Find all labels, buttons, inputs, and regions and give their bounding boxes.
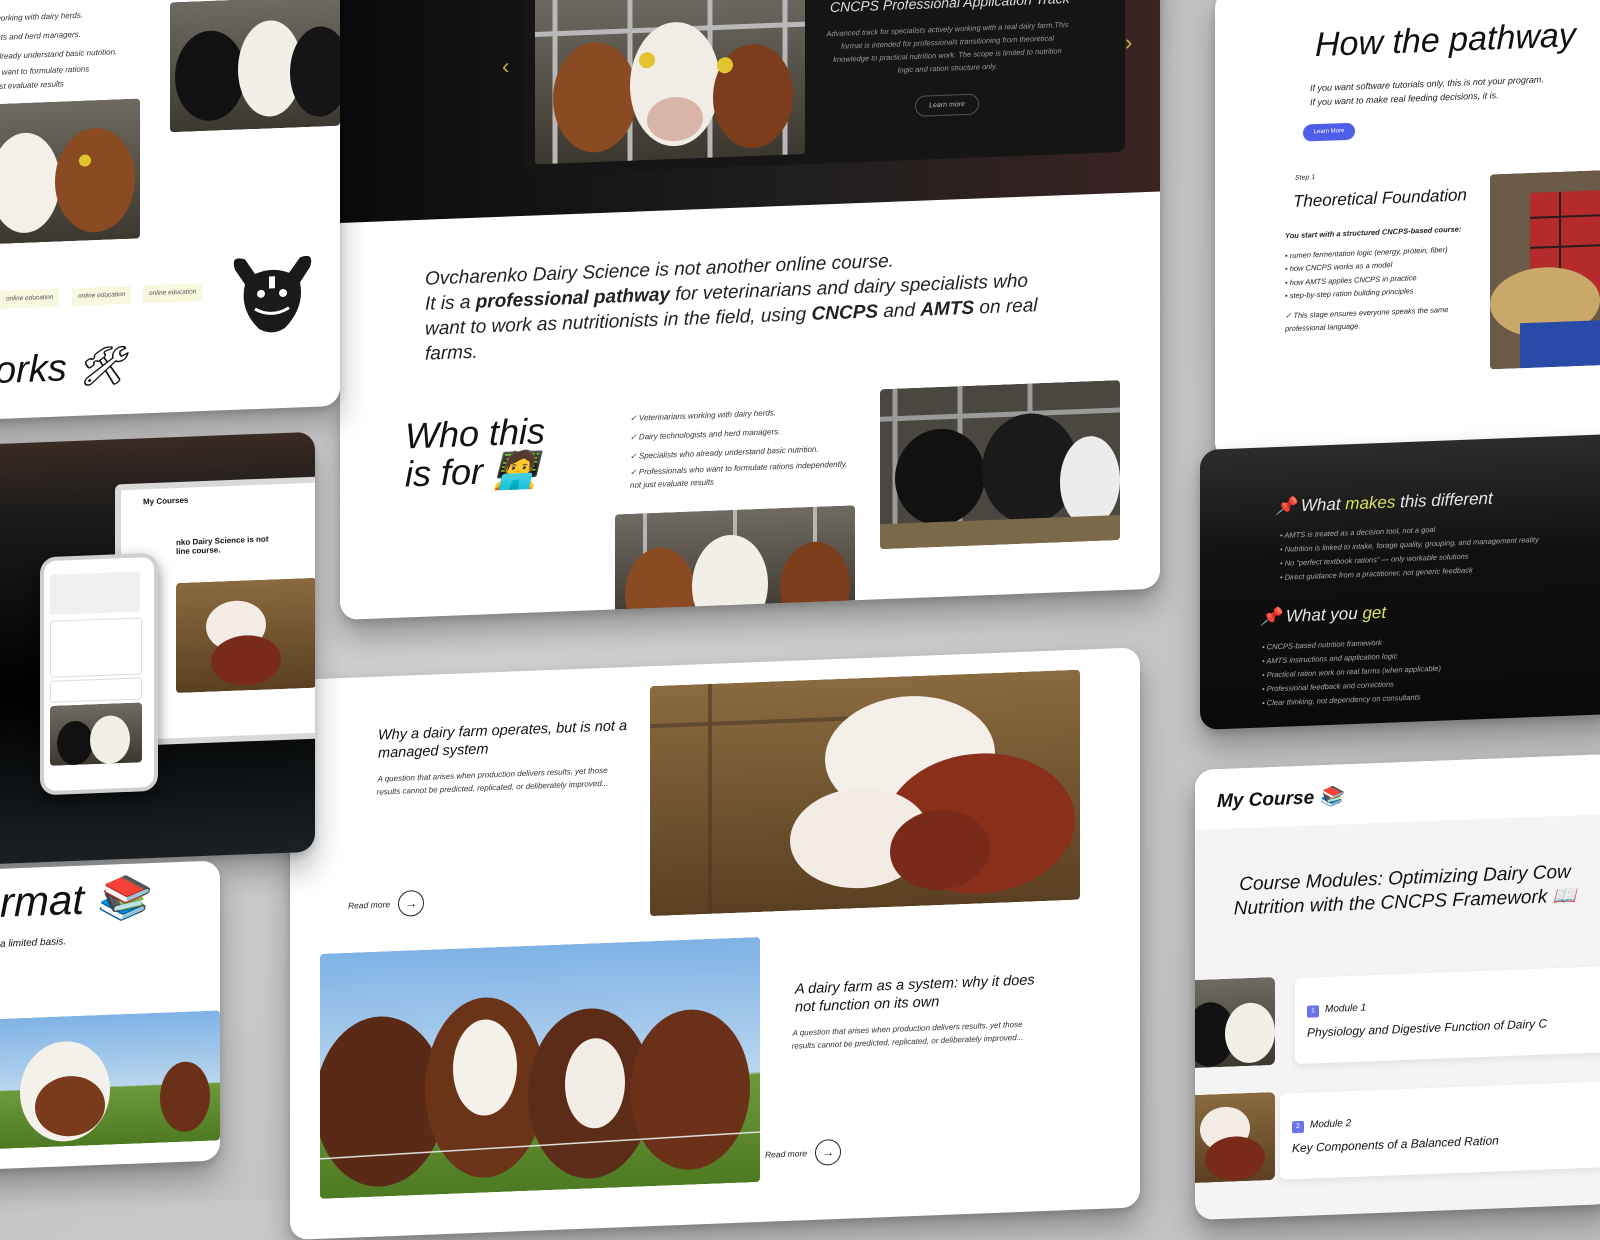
heading-highlight: get <box>1362 602 1387 623</box>
intro-and: and <box>878 299 921 323</box>
cow-logo <box>225 247 320 341</box>
amts-text: AMTS <box>920 297 975 321</box>
articles-card: Why a dairy farm operates, but is not a … <box>290 647 1140 1240</box>
module-card-1[interactable]: 1 Module 1 Physiology and Digestive Funct… <box>1295 965 1600 1065</box>
carousel-next-icon[interactable]: › <box>1125 30 1132 56</box>
list-item: ust evaluate results <box>0 79 64 92</box>
cncps-text: CNCPS <box>811 301 879 325</box>
module-thumbnail[interactable] <box>1195 976 1275 1069</box>
modules-title: Course Modules: Optimizing Dairy Cow Nut… <box>1233 861 1577 920</box>
module-number-badge: 1 <box>1307 1005 1319 1018</box>
read-more-label: Read more <box>348 899 391 911</box>
features-heading: 📌 What makes this different <box>1275 489 1493 517</box>
farmer-hay-photo <box>1490 169 1600 370</box>
hero-title: CNCPS Professional Application Track <box>830 0 1070 16</box>
read-more-link[interactable]: Read more → <box>348 889 425 919</box>
features-list: • AMTS is treated as a decision tool, no… <box>1280 519 1539 585</box>
module-card-2[interactable]: 2 Module 2 Key Components of a Balanced R… <box>1280 1080 1600 1180</box>
heading-highlight: makes <box>1345 492 1396 514</box>
hero-card: ‹ › CNCPS Professional Application Track… <box>340 0 1160 620</box>
carousel-prev-icon[interactable]: ‹ <box>502 53 509 79</box>
arrow-right-icon[interactable]: → <box>815 1138 842 1166</box>
pathway-subtitle: If you want software tutorials only, thi… <box>1310 72 1544 109</box>
phone-mockup <box>40 552 158 796</box>
learn-more-button[interactable]: Learn More <box>1303 122 1355 142</box>
course-header: My Course 📚 <box>1195 753 1600 830</box>
step-title: Theoretical Foundation <box>1293 185 1467 212</box>
benefits-heading: 📌 What you get <box>1260 603 1386 628</box>
left-list: working with dairy herds. ists and herd … <box>0 4 117 94</box>
article-title[interactable]: A dairy farm as a system: why it does no… <box>795 971 1045 1017</box>
heading-part: this different <box>1395 488 1493 512</box>
benefits-list: • CNCPS-based nutrition framework • AMTS… <box>1262 634 1441 711</box>
learn-more-button[interactable]: Learn more <box>915 93 979 117</box>
section-subtitle: a limited basis. <box>0 936 67 950</box>
who-title-line2: is for 🧑‍💻 <box>405 448 538 495</box>
phone-card <box>50 617 142 678</box>
phone-card <box>50 677 142 703</box>
step-content: You start with a structured CNCPS-based … <box>1285 222 1465 335</box>
right-top-card: How the pathway If you want software tut… <box>1215 0 1600 461</box>
category-tag[interactable]: online education <box>72 285 132 307</box>
module-title: Key Components of a Balanced Ration <box>1292 1133 1499 1156</box>
step-note: ✓ This stage ensures everyone speaks the… <box>1285 304 1449 334</box>
module-content: 1 Module 1 Physiology and Digestive Funct… <box>1307 990 1548 1040</box>
tablet-text: nko Dairy Science is not line course. <box>176 534 269 557</box>
cows-barn-photo <box>615 505 855 620</box>
section-heading: orks 🛠 <box>0 345 126 393</box>
heading-part: 📌 What <box>1275 494 1346 517</box>
arrow-right-icon[interactable]: → <box>398 889 425 917</box>
category-tag[interactable]: online education <box>0 288 60 309</box>
device-mockup-card: My Courses nko Dairy Science is not line… <box>0 431 315 865</box>
module-content: 2 Module 2 Key Components of a Balanced R… <box>1292 1107 1499 1155</box>
calves-photo <box>176 577 315 694</box>
who-title: Who this is for 🧑‍💻 <box>405 410 545 495</box>
category-tag[interactable]: online education <box>143 283 203 304</box>
left-bottom-card: rmat 📚 a limited basis. <box>0 860 220 1170</box>
carousel-slide: CNCPS Professional Application Track Adv… <box>525 0 1125 175</box>
intro-text: Ovcharenko Dairy Science is not another … <box>425 242 1065 367</box>
article-description: A question that arises when production d… <box>791 1019 1024 1051</box>
hero-banner: ‹ › CNCPS Professional Application Track… <box>340 0 1160 223</box>
pathway-heading: How the pathway <box>1315 16 1576 65</box>
read-more-link[interactable]: Read more → <box>765 1138 842 1168</box>
module-label: Module 1 <box>1325 1002 1367 1016</box>
cows-meadow-photo <box>0 1010 220 1150</box>
module-label: Module 2 <box>1310 1118 1352 1131</box>
cows-feeding-photo <box>535 0 805 165</box>
black-cows-photo <box>880 380 1120 550</box>
course-card: My Course 📚 Course Modules: Optimizing D… <box>1195 753 1600 1220</box>
hero-description: Advanced track for specialists actively … <box>826 20 1069 75</box>
cows-photo <box>170 0 340 133</box>
hereford-calves-photo <box>650 669 1080 917</box>
tablet-title: My Courses <box>143 495 189 507</box>
features-card: 📌 What makes this different • AMTS is tr… <box>1200 433 1600 730</box>
course-header-title: My Course 📚 <box>1217 786 1344 813</box>
left-top-card: working with dairy herds. ists and herd … <box>0 0 340 420</box>
heading-part: 📌 What you <box>1260 603 1363 627</box>
who-list: ✓ Veterinarians working with dairy herds… <box>630 400 860 492</box>
module-number-badge: 2 <box>1292 1120 1304 1134</box>
section-heading: rmat 📚 <box>0 873 148 926</box>
intro-highlight: professional pathway <box>475 284 670 313</box>
intro-line2-part: It is a <box>425 291 476 315</box>
module-thumbnail[interactable] <box>1195 1091 1275 1184</box>
phone-header <box>50 571 140 615</box>
read-more-label: Read more <box>765 1148 808 1160</box>
article-description: A question that arises when production d… <box>376 765 609 797</box>
cows-pasture-photo <box>320 936 760 1199</box>
article-title[interactable]: Why a dairy farm operates, but is not a … <box>378 717 628 763</box>
module-title: Physiology and Digestive Function of Dai… <box>1307 1016 1548 1040</box>
cows-photo <box>0 98 140 245</box>
step-label: Step 1 <box>1295 174 1316 182</box>
cows-photo <box>50 702 142 766</box>
